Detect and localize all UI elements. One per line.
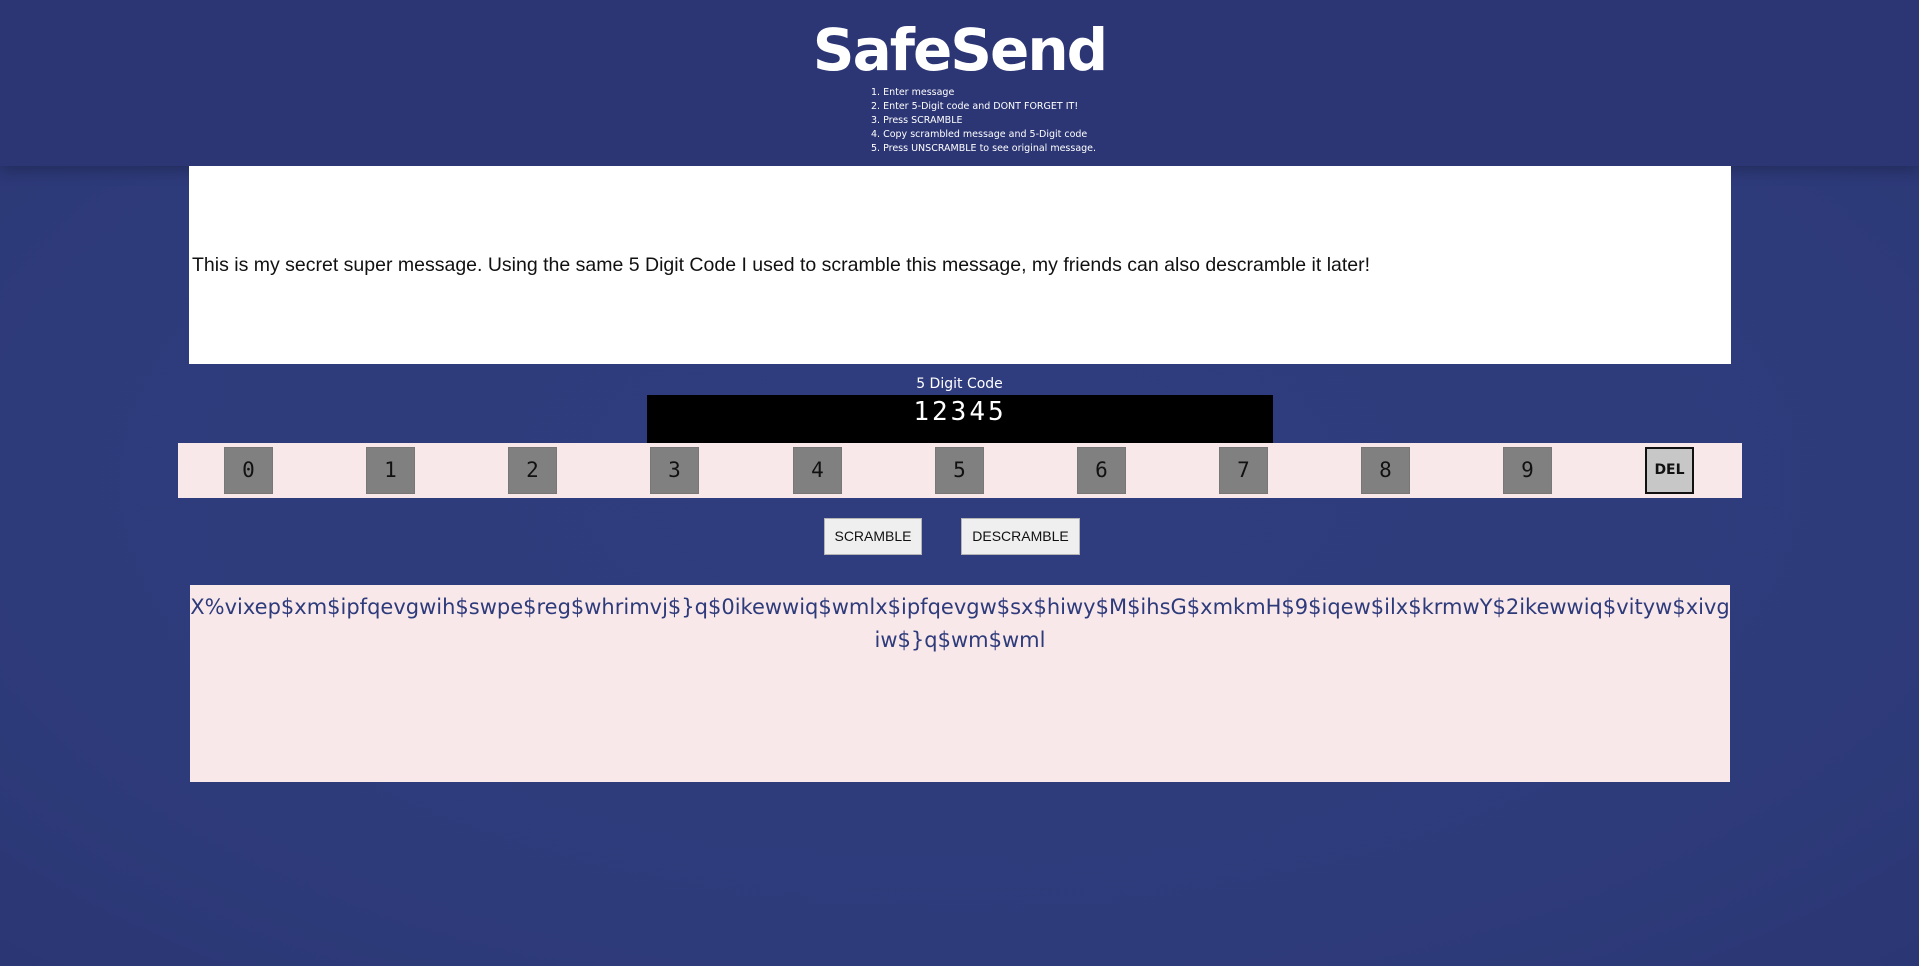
key-5-button[interactable]: 5 bbox=[935, 447, 984, 494]
instructions-list: 1. Enter message 2. Enter 5-Digit code a… bbox=[871, 86, 1096, 156]
code-display: 12345 bbox=[647, 395, 1273, 443]
instruction-item: 1. Enter message bbox=[871, 87, 955, 98]
descramble-button[interactable]: DESCRAMBLE bbox=[961, 518, 1080, 555]
key-3-button[interactable]: 3 bbox=[650, 447, 699, 494]
message-input[interactable]: This is my secret super message. Using t… bbox=[189, 166, 1731, 364]
key-0-button[interactable]: 0 bbox=[224, 447, 273, 494]
key-1-button[interactable]: 1 bbox=[366, 447, 415, 494]
instruction-item: 4. Copy scrambled message and 5-Digit co… bbox=[871, 129, 1088, 140]
key-4-button[interactable]: 4 bbox=[793, 447, 842, 494]
key-9-button[interactable]: 9 bbox=[1503, 447, 1552, 494]
instruction-item: 2. Enter 5-Digit code and DONT FORGET IT… bbox=[871, 101, 1079, 112]
delete-button[interactable]: DEL bbox=[1645, 447, 1694, 494]
key-6-button[interactable]: 6 bbox=[1077, 447, 1126, 494]
key-2-button[interactable]: 2 bbox=[508, 447, 557, 494]
scramble-button[interactable]: SCRAMBLE bbox=[824, 518, 922, 555]
keypad: 0 1 2 3 4 5 6 7 8 9 DEL bbox=[178, 443, 1742, 498]
app-title: SafeSend bbox=[812, 16, 1108, 84]
message-text: This is my secret super message. Using t… bbox=[192, 253, 1371, 276]
instruction-item: 5. Press UNSCRAMBLE to see original mess… bbox=[871, 143, 1097, 154]
key-8-button[interactable]: 8 bbox=[1361, 447, 1410, 494]
scrambled-output[interactable]: X%vixep$xm$ipfqevgwih$swpe$reg$whrimvj$}… bbox=[190, 585, 1730, 782]
instruction-item: 3. Press SCRAMBLE bbox=[871, 115, 963, 126]
key-7-button[interactable]: 7 bbox=[1219, 447, 1268, 494]
app-header: SafeSend 1. Enter message 2. Enter 5-Dig… bbox=[0, 0, 1919, 166]
code-label: 5 Digit Code bbox=[916, 376, 1003, 392]
